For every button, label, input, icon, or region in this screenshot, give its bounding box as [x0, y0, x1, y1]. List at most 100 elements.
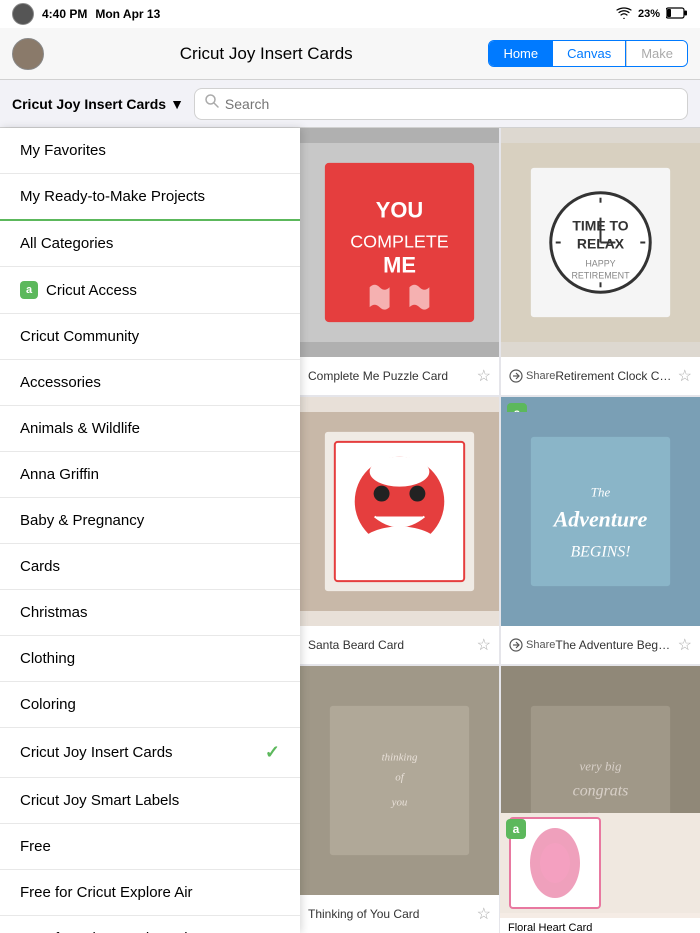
status-day: Mon Apr 13	[95, 7, 160, 21]
dropdown-menu: My Favorites My Ready-to-Make Projects A…	[0, 128, 300, 933]
card-santa: Santa Beard Card ☆	[300, 397, 499, 664]
battery-icon	[666, 7, 688, 22]
adventure-svg: The Adventure BEGINS!	[501, 397, 700, 626]
card-adventure-share[interactable]: Share	[509, 638, 555, 652]
dropdown-item-animals[interactable]: Animals & Wildlife	[0, 406, 300, 452]
category-selector[interactable]: Cricut Joy Insert Cards ▼	[12, 96, 184, 112]
cricut-access-item-left: a Cricut Access	[20, 281, 137, 299]
dropdown-label-free-explore-air: Free for Cricut Explore Air	[20, 884, 193, 901]
dropdown-label-free: Free	[20, 838, 51, 855]
dropdown-label-favorites: My Favorites	[20, 142, 106, 159]
svg-text:you: you	[391, 796, 408, 808]
chevron-down-icon: ▼	[170, 96, 184, 112]
card-adventure-footer: Share The Adventure Begins Card ☆	[501, 626, 700, 664]
card-thinking: thinking of you Thinking of You Card ☆	[300, 666, 499, 933]
card-adventure-favorite[interactable]: ☆	[678, 635, 692, 655]
santa-svg	[300, 397, 499, 626]
search-input[interactable]	[225, 96, 677, 112]
dropdown-item-coloring[interactable]: Coloring	[0, 682, 300, 728]
card-puzzle-footer: Complete Me Puzzle Card ☆	[300, 357, 499, 395]
dropdown-item-community[interactable]: Cricut Community	[0, 314, 300, 360]
status-right: 23%	[616, 7, 688, 22]
dropdown-item-cricut-joy-insert[interactable]: Cricut Joy Insert Cards ✓	[0, 728, 300, 778]
card-adventure: a The Adventure BEGINS! Share The Advent…	[501, 397, 700, 664]
card-santa-title: Santa Beard Card	[308, 638, 471, 652]
dropdown-item-free-explore-air2[interactable]: Free for Cricut Explore Air 2	[0, 916, 300, 933]
card-retirement-image: TIME TO RELAX HAPPY RETIREMENT	[501, 128, 700, 357]
thinking-svg: thinking of you	[300, 666, 499, 895]
dropdown-label-smart-labels: Cricut Joy Smart Labels	[20, 792, 179, 809]
card-thinking-title: Thinking of You Card	[308, 907, 471, 921]
card-thinking-favorite[interactable]: ☆	[477, 904, 491, 924]
card-retirement-title: Retirement Clock Card	[555, 369, 671, 383]
puzzle-svg: YOU COMPLETE ME	[300, 128, 499, 357]
nav-buttons: Home Canvas Make	[488, 40, 688, 67]
sub-header: Cricut Joy Insert Cards ▼	[0, 80, 700, 128]
search-icon	[205, 94, 219, 113]
svg-text:BEGINS!: BEGINS!	[570, 543, 630, 560]
nav-title: Cricut Joy Insert Cards	[54, 44, 478, 64]
svg-text:RETIREMENT: RETIREMENT	[571, 270, 630, 280]
svg-text:YOU: YOU	[376, 198, 423, 223]
main-content: YOU COMPLETE ME Complete Me Puzzle Card …	[0, 128, 700, 933]
svg-text:very big: very big	[580, 759, 623, 774]
dropdown-label-animals: Animals & Wildlife	[20, 420, 140, 437]
svg-text:COMPLETE: COMPLETE	[350, 231, 449, 251]
dropdown-label-cricut-access: Cricut Access	[46, 282, 137, 299]
dropdown-item-baby[interactable]: Baby & Pregnancy	[0, 498, 300, 544]
dropdown-label-clothing: Clothing	[20, 650, 75, 667]
card-adventure-title: The Adventure Begins Card	[555, 638, 671, 652]
home-button[interactable]: Home	[489, 41, 553, 66]
card-thinking-image: thinking of you	[300, 666, 499, 895]
card-retirement-share[interactable]: Share	[509, 369, 555, 383]
dropdown-item-accessories[interactable]: Accessories	[0, 360, 300, 406]
card-floral-partial: a Floral Heart Card	[500, 813, 700, 933]
svg-text:thinking: thinking	[382, 752, 418, 764]
dropdown-label-coloring: Coloring	[20, 696, 76, 713]
svg-text:ME: ME	[383, 252, 416, 277]
dropdown-item-favorites[interactable]: My Favorites	[0, 128, 300, 174]
search-bar[interactable]	[194, 88, 688, 120]
wifi-icon	[616, 7, 632, 22]
dropdown-item-anna-griffin[interactable]: Anna Griffin	[0, 452, 300, 498]
retirement-svg: TIME TO RELAX HAPPY RETIREMENT	[501, 128, 700, 357]
dropdown-label-cricut-joy-insert: Cricut Joy Insert Cards	[20, 744, 173, 761]
cricut-access-badge-floral: a	[506, 819, 526, 839]
card-adventure-image: a The Adventure BEGINS!	[501, 397, 700, 626]
svg-text:Adventure: Adventure	[552, 506, 648, 531]
dropdown-item-free[interactable]: Free	[0, 824, 300, 870]
dropdown-item-cricut-access[interactable]: a Cricut Access	[0, 267, 300, 314]
dropdown-label-accessories: Accessories	[20, 374, 101, 391]
dropdown-item-all-categories[interactable]: All Categories	[0, 221, 300, 267]
svg-text:HAPPY: HAPPY	[585, 258, 615, 268]
battery-percentage: 23%	[638, 8, 660, 20]
cricut-access-icon: a	[20, 281, 38, 299]
card-retirement-favorite[interactable]: ☆	[678, 366, 692, 386]
dropdown-item-ready-to-make[interactable]: My Ready-to-Make Projects	[0, 174, 300, 221]
make-button: Make	[626, 41, 687, 66]
dropdown-item-clothing[interactable]: Clothing	[0, 636, 300, 682]
card-santa-favorite[interactable]: ☆	[477, 635, 491, 655]
avatar	[12, 3, 34, 25]
dropdown-item-smart-labels[interactable]: Cricut Joy Smart Labels	[0, 778, 300, 824]
card-puzzle-favorite[interactable]: ☆	[477, 366, 491, 386]
canvas-button[interactable]: Canvas	[553, 41, 626, 66]
card-retirement-footer: Share Retirement Clock Card ☆	[501, 357, 700, 395]
svg-text:The: The	[591, 485, 611, 500]
card-puzzle-image: YOU COMPLETE ME	[300, 128, 499, 357]
status-bar: 4:40 PM Mon Apr 13 23%	[0, 0, 700, 28]
svg-text:congrats: congrats	[573, 782, 629, 799]
dropdown-label-cards: Cards	[20, 558, 60, 575]
dropdown-label-christmas: Christmas	[20, 604, 88, 621]
user-avatar[interactable]	[12, 38, 44, 70]
dropdown-label-ready-to-make: My Ready-to-Make Projects	[20, 188, 205, 205]
card-thinking-footer: Thinking of You Card ☆	[300, 895, 499, 933]
dropdown-label-baby: Baby & Pregnancy	[20, 512, 144, 529]
dropdown-item-cards[interactable]: Cards	[0, 544, 300, 590]
card-santa-footer: Santa Beard Card ☆	[300, 626, 499, 664]
dropdown-item-christmas[interactable]: Christmas	[0, 590, 300, 636]
status-left: 4:40 PM Mon Apr 13	[12, 3, 160, 25]
check-mark-icon: ✓	[265, 742, 280, 763]
card-retirement: TIME TO RELAX HAPPY RETIREMENT Share	[501, 128, 700, 395]
dropdown-item-free-explore-air[interactable]: Free for Cricut Explore Air	[0, 870, 300, 916]
